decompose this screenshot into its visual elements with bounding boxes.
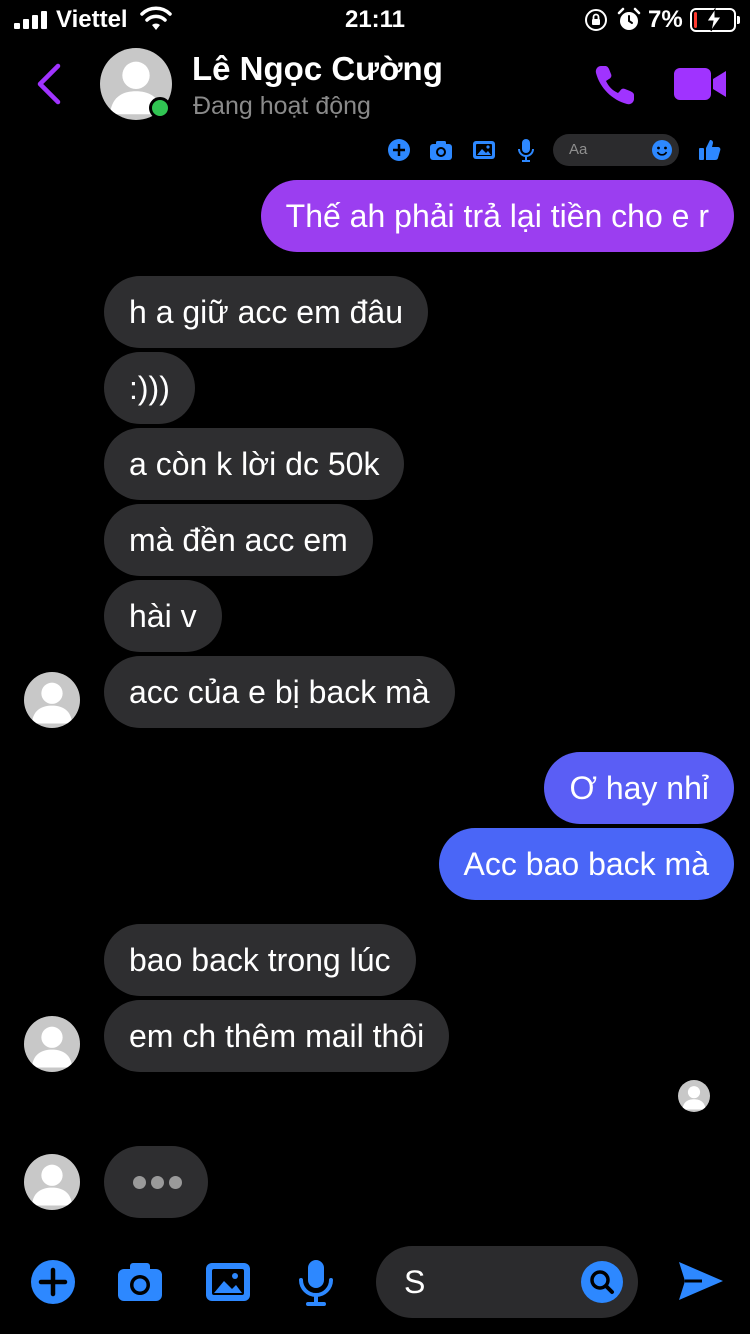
typing-indicator [104, 1146, 208, 1218]
gallery-icon[interactable] [204, 1258, 252, 1306]
message-bubble-outgoing[interactable]: Acc bao back mà [438, 828, 734, 900]
message-bubble-incoming[interactable]: hài v [104, 580, 222, 652]
message-text: Thế ah phải trả lại tiền cho e r [285, 198, 709, 234]
alarm-icon [617, 7, 641, 30]
message-bubble-incoming[interactable]: em ch thêm mail thôi [104, 1000, 450, 1072]
mini-message-input[interactable]: Aa [553, 134, 679, 166]
video-call-icon[interactable] [674, 66, 728, 102]
seen-receipt-avatar [678, 1080, 710, 1112]
microphone-icon[interactable] [292, 1258, 340, 1306]
message-text: em ch thêm mail thôi [129, 1018, 425, 1054]
message-bubble-incoming[interactable]: :))) [104, 352, 195, 424]
mini-plus-icon[interactable] [387, 138, 411, 162]
mini-gallery-icon[interactable] [472, 138, 496, 162]
person-silhouette-icon [31, 1026, 73, 1068]
back-arrow-icon[interactable] [34, 62, 64, 106]
camera-icon[interactable] [116, 1258, 164, 1306]
mini-emoji-icon[interactable] [651, 139, 673, 161]
battery-percentage: 7% [648, 6, 683, 33]
search-icon[interactable] [580, 1260, 624, 1304]
phone-icon[interactable] [592, 62, 638, 108]
mini-microphone-icon[interactable] [514, 138, 538, 162]
charging-bolt-icon [706, 8, 722, 32]
active-status: Đang hoạt động [193, 92, 371, 120]
sender-avatar[interactable] [24, 1016, 80, 1072]
message-text: :))) [129, 370, 170, 406]
message-bubble-incoming[interactable]: a còn k lời dc 50k [104, 428, 405, 500]
message-text: Ơ hay nhỉ [569, 770, 709, 806]
battery-icon [690, 8, 740, 32]
person-silhouette-icon [682, 1086, 706, 1110]
message-text: a còn k lời dc 50k [129, 446, 380, 482]
person-silhouette-icon [31, 1164, 73, 1206]
message-input[interactable]: S [376, 1246, 638, 1318]
message-bubble-incoming[interactable]: mà đền acc em [104, 504, 373, 576]
battery-level [694, 12, 697, 28]
message-input-value: S [404, 1264, 426, 1300]
message-bubble-incoming[interactable]: bao back trong lúc [104, 924, 416, 996]
online-indicator [149, 97, 171, 119]
sender-avatar[interactable] [24, 672, 80, 728]
message-text: hài v [129, 598, 197, 634]
message-bubble-outgoing[interactable]: Thế ah phải trả lại tiền cho e r [260, 180, 734, 252]
message-text: bao back trong lúc [129, 942, 391, 978]
message-text: mà đền acc em [129, 522, 348, 558]
mini-camera-icon[interactable] [429, 138, 453, 162]
sender-avatar[interactable] [24, 1154, 80, 1210]
mini-input-placeholder: Aa [569, 141, 588, 158]
send-icon[interactable] [676, 1256, 726, 1306]
message-bubble-outgoing[interactable]: Ơ hay nhỉ [544, 752, 734, 824]
message-text: h a giữ acc em đâu [129, 294, 404, 330]
status-bar: Viettel 21:11 7% [0, 0, 750, 40]
message-bubble-incoming[interactable]: h a giữ acc em đâu [104, 276, 429, 348]
mini-thumbs-up-icon[interactable] [698, 138, 722, 162]
message-bubble-incoming[interactable]: acc của e bị back mà [104, 656, 455, 728]
message-text: Acc bao back mà [463, 846, 709, 882]
contact-name[interactable]: Lê Ngọc Cường [192, 50, 443, 88]
orientation-lock-icon [585, 9, 607, 31]
person-silhouette-icon [31, 682, 73, 724]
message-text: acc của e bị back mà [129, 674, 430, 710]
plus-icon[interactable] [29, 1258, 77, 1306]
